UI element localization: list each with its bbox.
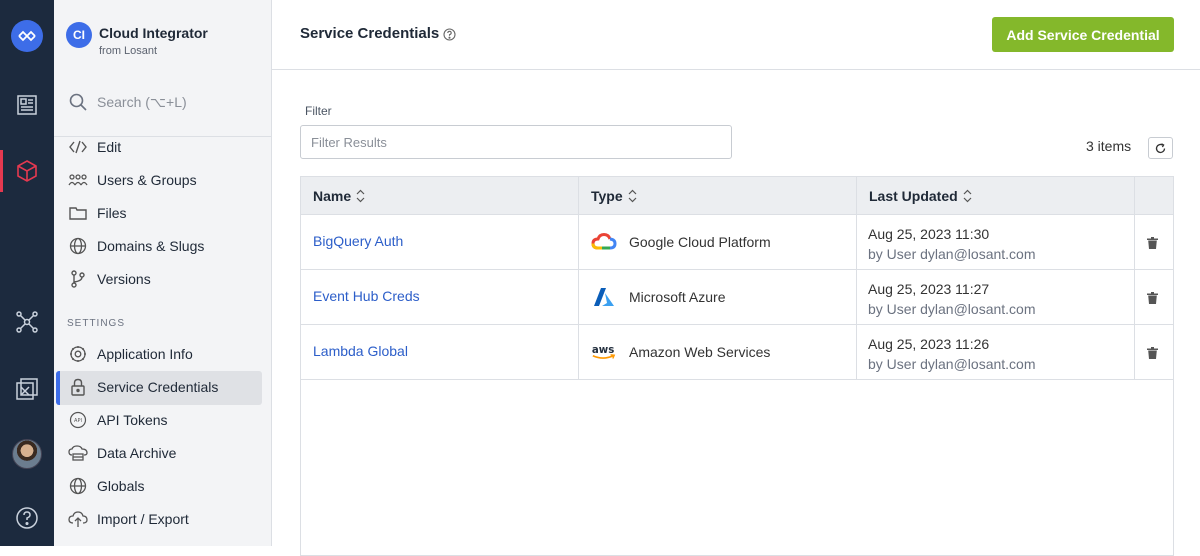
sidebar-item-import-export[interactable]: Import / Export: [68, 507, 189, 531]
sidebar-item-api-tokens[interactable]: API API Tokens: [68, 408, 168, 432]
sidebar-item-label: Data Archive: [97, 445, 177, 461]
lock-icon: [68, 377, 88, 397]
aws-icon: aws: [591, 341, 617, 363]
help-icon[interactable]: [0, 498, 54, 538]
sidebar-item-label: Service Credentials: [97, 379, 219, 395]
user-avatar[interactable]: [0, 434, 54, 474]
sidebar-item-label: Versions: [97, 271, 151, 287]
globe-icon: [68, 236, 88, 256]
credential-last-updated: Aug 25, 2023 11:30 by User dylan@losant.…: [868, 226, 1036, 262]
sidebar-item-label: Application Info: [97, 346, 193, 362]
templates-icon[interactable]: [0, 369, 54, 409]
code-icon: [68, 137, 88, 157]
sidebar-item-globals[interactable]: Globals: [68, 474, 144, 498]
search-icon: [69, 93, 87, 111]
sidebar-item-label: Files: [97, 205, 127, 221]
add-service-credential-button[interactable]: Add Service Credential: [992, 17, 1174, 52]
table-row: BigQuery Auth Google Cloud Platform Aug …: [301, 215, 1173, 270]
sidebar-item-domains-slugs[interactable]: Domains & Slugs: [68, 234, 204, 258]
column-header-last-updated[interactable]: Last Updated: [857, 177, 1135, 215]
search-label: Search (⌥+L): [97, 93, 187, 110]
sidebar-item-users-groups[interactable]: Users & Groups: [68, 168, 197, 192]
credential-last-updated: Aug 25, 2023 11:26 by User dylan@losant.…: [868, 336, 1036, 372]
trash-icon[interactable]: [1147, 292, 1158, 304]
dashboard-icon[interactable]: [0, 85, 54, 125]
azure-icon: [591, 286, 617, 308]
sidebar-item-application-info[interactable]: Application Info: [68, 342, 193, 366]
filter-label: Filter: [305, 104, 332, 118]
sidebar-item-label: Globals: [97, 478, 145, 494]
credential-type: aws Amazon Web Services: [591, 341, 770, 363]
filter-input[interactable]: [300, 125, 732, 159]
sidebar-item-files[interactable]: Files: [68, 201, 127, 225]
main-content: Service Credentials Add Service Credenti…: [272, 0, 1200, 556]
application-header[interactable]: CI Cloud Integrator from Losant: [66, 22, 208, 58]
sort-icon: [356, 189, 365, 203]
icon-rail: [0, 0, 54, 546]
page-title: Service Credentials: [300, 25, 440, 42]
application-subtitle: from Losant: [99, 45, 158, 57]
users-icon: [68, 170, 88, 190]
sidebar-item-label: Edit: [97, 139, 122, 155]
archive-icon: [68, 443, 88, 463]
credential-name-link[interactable]: Lambda Global: [313, 343, 408, 359]
folder-icon: [68, 203, 88, 223]
sort-icon: [963, 189, 972, 203]
sidebar-item-edit[interactable]: Edit: [68, 135, 121, 159]
refresh-button[interactable]: [1148, 137, 1173, 159]
help-circle-icon[interactable]: [443, 28, 456, 41]
globe-icon: [68, 476, 88, 496]
application-cube-icon[interactable]: [0, 151, 54, 191]
sidebar-item-data-archive[interactable]: Data Archive: [68, 441, 176, 465]
page-header: Service Credentials Add Service Credenti…: [272, 0, 1200, 70]
credential-type: Microsoft Azure: [591, 286, 725, 308]
credential-name-link[interactable]: BigQuery Auth: [313, 233, 403, 249]
losant-logo-icon[interactable]: [0, 16, 54, 56]
settings-section-label: SETTINGS: [67, 318, 126, 329]
cloud-upload-icon: [68, 509, 88, 529]
sidebar-search[interactable]: Search (⌥+L): [68, 92, 187, 112]
application-name: Cloud Integrator: [99, 25, 208, 41]
branch-icon: [68, 269, 88, 289]
item-count: 3 items: [1086, 138, 1132, 154]
api-icon: API: [68, 410, 88, 430]
sidebar-item-versions[interactable]: Versions: [68, 267, 151, 291]
sidebar-item-service-credentials[interactable]: Service Credentials: [68, 375, 218, 399]
credentials-table: Name Type Last Updated BigQuery Auth Goo…: [300, 176, 1174, 556]
credential-type: Google Cloud Platform: [591, 231, 771, 253]
sidebar-item-label: Import / Export: [97, 511, 189, 527]
table-row: Event Hub Creds Microsoft Azure Aug 25, …: [301, 270, 1173, 325]
network-icon[interactable]: [0, 302, 54, 342]
svg-text:API: API: [74, 418, 82, 424]
column-header-name[interactable]: Name: [301, 177, 579, 215]
table-row: Lambda Global aws Amazon Web Services Au…: [301, 325, 1173, 380]
trash-icon[interactable]: [1147, 237, 1158, 249]
sidebar-item-label: Users & Groups: [97, 172, 197, 188]
sidebar-item-label: Domains & Slugs: [97, 238, 205, 254]
google-cloud-icon: [591, 231, 617, 253]
credential-name-link[interactable]: Event Hub Creds: [313, 288, 420, 304]
trash-icon[interactable]: [1147, 347, 1158, 359]
sidebar-item-label: API Tokens: [97, 412, 168, 428]
application-badge: CI: [66, 22, 92, 48]
refresh-icon: [1155, 142, 1166, 153]
credential-last-updated: Aug 25, 2023 11:27 by User dylan@losant.…: [868, 281, 1036, 317]
gear-icon: [68, 344, 88, 364]
sort-icon: [628, 189, 637, 203]
table-header: Name Type Last Updated: [301, 177, 1173, 215]
column-header-type[interactable]: Type: [579, 177, 857, 215]
